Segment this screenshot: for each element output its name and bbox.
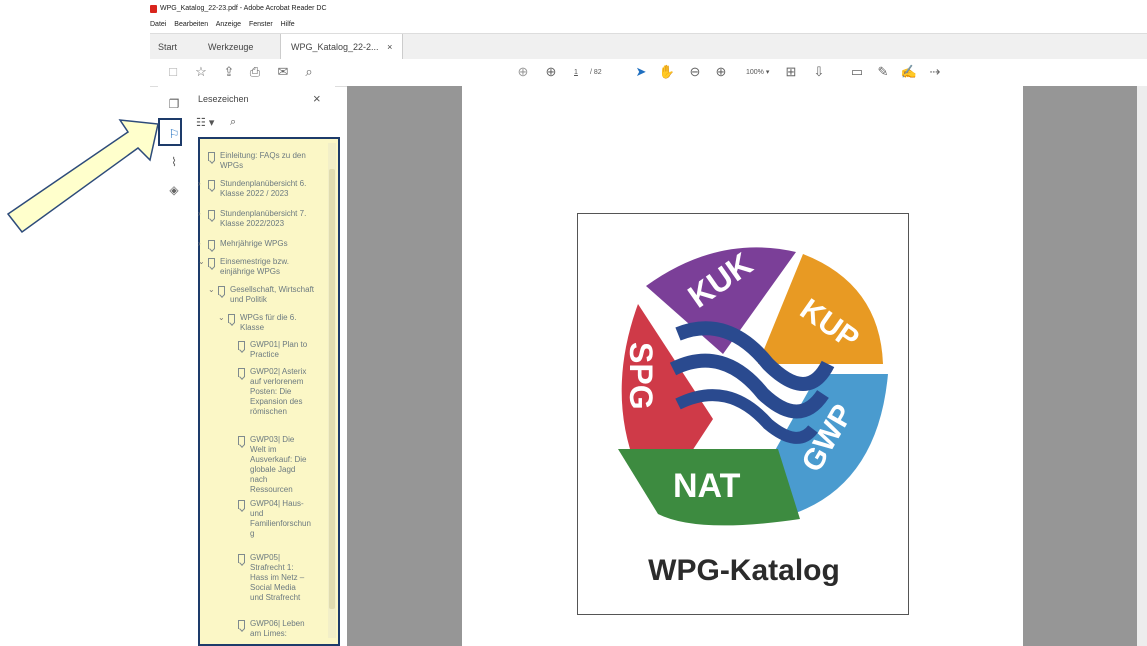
tab-start[interactable]: Start xyxy=(158,34,177,60)
next-page-icon[interactable]: ⊕ xyxy=(542,63,560,81)
page-total: / 82 xyxy=(590,69,602,76)
zoom-out-icon[interactable]: ⊖ xyxy=(686,63,704,81)
zoom-value: 100% xyxy=(746,69,764,76)
email-icon[interactable]: ✉ xyxy=(274,63,292,81)
tab-bar: Start Werkzeuge WPG_Katalog_22-2... × xyxy=(150,33,1147,61)
window-title: WPG_Katalog_22-23.pdf - Adobe Acrobat Re… xyxy=(160,5,327,12)
bookmark-item-icon xyxy=(208,240,215,249)
tab-document-label: WPG_Katalog_22-2... xyxy=(291,42,379,52)
chevron-right-icon[interactable]: › xyxy=(198,239,201,249)
toolbar: □ ☆ ⇪ ⎙ ✉ ⌕ ⊕ ⊕ 1 / 82 ➤ ✋ ⊖ ⊕ 100% ▾ ⊞ … xyxy=(150,59,1147,87)
zoom-in-icon[interactable]: ⊕ xyxy=(712,63,730,81)
scroll-mode-icon[interactable]: ⇩ xyxy=(810,63,828,81)
menu-hilfe[interactable]: Hilfe xyxy=(281,21,295,28)
print-icon[interactable]: ⎙ xyxy=(246,63,264,81)
document-scrollbar[interactable] xyxy=(1137,86,1147,646)
tab-close-icon[interactable]: × xyxy=(387,42,392,52)
menu-fenster[interactable]: Fenster xyxy=(249,21,273,28)
wpg-logo: KUK KUP GWP NAT SPG xyxy=(594,245,894,559)
logo-label-nat: NAT xyxy=(673,467,741,505)
prev-page-icon[interactable]: ⊕ xyxy=(514,63,532,81)
bookmark-item-icon xyxy=(228,314,235,323)
menu-datei[interactable]: Datei xyxy=(150,21,166,28)
title-bar: WPG_Katalog_22-23.pdf - Adobe Acrobat Re… xyxy=(150,0,1147,18)
tab-tools[interactable]: Werkzeuge xyxy=(208,34,253,60)
cover-logo-frame: KUK KUP GWP NAT SPG WPG-Katalog xyxy=(577,213,909,615)
bookmark-item-icon xyxy=(238,500,245,509)
bookmark-item-icon xyxy=(238,554,245,563)
hand-icon[interactable]: ✋ xyxy=(658,63,676,81)
comment-icon[interactable]: ▭ xyxy=(848,63,866,81)
chevron-down-icon[interactable]: ⌄ xyxy=(208,285,215,295)
save-icon[interactable]: □ xyxy=(164,63,182,81)
star-icon[interactable]: ☆ xyxy=(192,63,210,81)
search-icon[interactable]: ⌕ xyxy=(300,63,318,81)
close-icon[interactable]: × xyxy=(313,91,321,106)
upload-icon[interactable]: ⇪ xyxy=(220,63,238,81)
highlight-pen-icon[interactable]: ✎ xyxy=(874,63,892,81)
document-title: WPG-Katalog xyxy=(648,554,840,587)
sign-icon[interactable]: ✍ xyxy=(900,63,918,81)
bookmark-item-icon xyxy=(218,286,225,295)
bookmark-item-icon xyxy=(208,152,215,161)
search-bookmark-icon[interactable]: ⌕ xyxy=(230,116,236,129)
chevron-down-icon[interactable]: ⌄ xyxy=(218,313,225,323)
select-arrow-icon[interactable]: ➤ xyxy=(632,63,650,81)
page-number-input[interactable]: 1 xyxy=(574,59,578,86)
tab-document[interactable]: WPG_Katalog_22-2... × xyxy=(280,34,404,60)
bookmark-options-icon[interactable]: ☷ ▾ xyxy=(196,116,214,129)
acrobat-icon xyxy=(150,5,157,13)
bookmark-item-icon xyxy=(238,341,245,350)
chevron-right-icon[interactable]: › xyxy=(198,179,201,189)
chevron-down-icon[interactable]: ⌄ xyxy=(198,257,205,267)
bookmark-item-icon xyxy=(238,368,245,377)
menu-bearbeiten[interactable]: Bearbeiten xyxy=(174,21,208,28)
menu-bar: Datei Bearbeiten Anzeige Fenster Hilfe xyxy=(150,18,1147,32)
page-thumbnails-icon[interactable]: ❐ xyxy=(166,96,182,112)
bookmark-item-icon xyxy=(208,180,215,189)
bookmark-item-icon xyxy=(208,210,215,219)
panel-title: Lesezeichen xyxy=(198,94,249,104)
zoom-select[interactable]: 100% ▾ xyxy=(746,59,769,86)
bookmark-item-icon xyxy=(238,620,245,629)
annotation-arrow xyxy=(6,119,159,234)
fit-page-icon[interactable]: ⊞ xyxy=(782,63,800,81)
logo-label-spg: SPG xyxy=(623,342,659,410)
bookmark-item-icon xyxy=(238,436,245,445)
chevron-right-icon[interactable]: › xyxy=(198,209,201,219)
bookmark-list-highlight: Einleitung: FAQs zu den WPGs › Stundenpla… xyxy=(198,137,340,646)
share-icon[interactable]: ⇢ xyxy=(926,63,944,81)
bookmark-item-icon xyxy=(208,258,215,267)
bookmark-scroll-thumb[interactable] xyxy=(329,169,335,609)
menu-anzeige[interactable]: Anzeige xyxy=(216,21,241,28)
